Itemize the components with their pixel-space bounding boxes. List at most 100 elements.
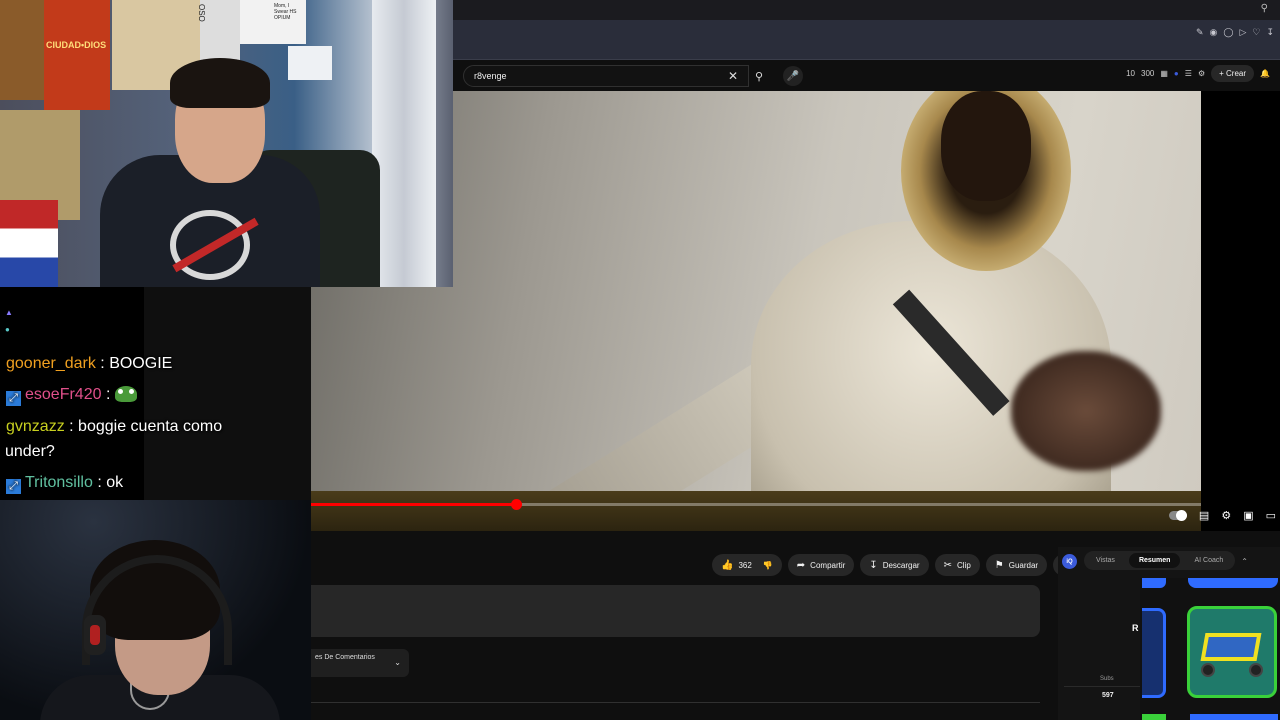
chat-username: Tritonsillo xyxy=(25,474,93,491)
create-label: Crear xyxy=(1226,69,1247,78)
poster xyxy=(0,0,44,100)
game-tile-edge xyxy=(1142,578,1166,588)
chat-text: BOOGIE xyxy=(109,355,173,372)
game-tile-edge xyxy=(1188,578,1278,588)
curtain xyxy=(372,0,436,287)
chat-username: gooner_dark xyxy=(6,355,96,372)
tab-resumen[interactable]: Resumen xyxy=(1128,553,1181,568)
video-subject-hand xyxy=(1011,351,1161,471)
microphone-icon[interactable]: 🎤 xyxy=(783,66,803,86)
chat-text: under? xyxy=(5,443,55,460)
progress-scrubber[interactable] xyxy=(510,499,522,510)
download-button[interactable]: ↧ Descargar xyxy=(860,554,929,576)
menu-icon[interactable]: ☰ xyxy=(1185,69,1192,78)
subs-value: 597 xyxy=(1102,692,1114,699)
clip-label: Clip xyxy=(956,560,971,570)
chat-text: ok xyxy=(106,474,124,491)
scissors-icon: ✂ xyxy=(943,559,952,571)
sub-badge-icon: ⤢ xyxy=(6,391,21,406)
chat-message: gvnzazz : boggie cuenta como xyxy=(6,418,223,435)
video-actions: 👍 362 👎 ➦ Compartir ↧ Descargar ✂ Clip ⚑… xyxy=(712,554,1076,576)
chat-message: gooner_dark : BOOGIE xyxy=(6,355,173,372)
play-icon[interactable]: ▷ xyxy=(1239,27,1246,38)
shield-icon[interactable]: ◯ xyxy=(1223,27,1233,38)
share-button[interactable]: ➦ Compartir xyxy=(787,554,855,576)
like-button[interactable]: 👍 362 👎 xyxy=(712,554,782,576)
search-input-value[interactable]: r8venge xyxy=(474,71,507,81)
bell-icon[interactable]: 🔔 xyxy=(1260,69,1270,78)
header-right-controls: 10 300 ▦ ● ☰ ⚙ + Crear 🔔 xyxy=(1126,65,1270,82)
share-icon: ➦ xyxy=(796,559,806,571)
game-tile-vehicle xyxy=(1187,606,1277,698)
poster: Mom, I Swear HS OPIUM xyxy=(240,0,306,44)
save-label: Guardar xyxy=(1008,560,1039,570)
vehicle-icon xyxy=(1199,625,1265,679)
download-icon: ↧ xyxy=(869,559,878,571)
flag-poster xyxy=(0,200,58,287)
streamer-hair xyxy=(170,58,270,108)
game-overlay xyxy=(1140,578,1280,720)
subtitles-icon[interactable]: ▤ xyxy=(1199,509,1209,522)
chat-message: ⤢ esoeFr420 : xyxy=(6,386,137,406)
game-tile-blue xyxy=(1142,608,1166,698)
game-tile-edge xyxy=(1190,714,1278,720)
miniplayer-icon[interactable]: ▣ xyxy=(1243,509,1253,522)
search-input[interactable]: r8venge ✕ xyxy=(463,65,749,87)
extension-dot-icon[interactable]: ● xyxy=(1174,69,1179,78)
comments-sort-dropdown[interactable]: es De Comentarios ⌄ xyxy=(311,649,409,677)
extension-logo-icon: iQ xyxy=(1062,554,1077,569)
close-icon[interactable]: ✕ xyxy=(728,69,738,83)
chevron-up-icon[interactable]: ⌃ xyxy=(1241,557,1248,566)
search-button[interactable]: ⚲ xyxy=(749,65,769,87)
video-floor xyxy=(311,491,1201,531)
autoplay-toggle[interactable] xyxy=(1168,510,1187,521)
player-controls: ▤ ⚙ ▣ ▭ xyxy=(1168,509,1276,522)
description-box[interactable] xyxy=(311,585,1040,637)
search-icon[interactable]: ⚲ xyxy=(1261,3,1268,14)
chat-text: boggie cuenta como xyxy=(78,418,223,435)
divider xyxy=(311,702,1040,703)
stat-two: 300 xyxy=(1141,69,1155,78)
camera-icon[interactable]: ◉ xyxy=(1210,27,1218,38)
chat-username: gvnzazz xyxy=(6,418,65,435)
like-count: 362 xyxy=(738,560,752,570)
divider xyxy=(1064,686,1148,687)
chat-overlay: gooner_dark : BOOGIE ⤢ esoeFr420 : gvnzaz… xyxy=(0,287,311,500)
frog-emote-icon xyxy=(114,386,137,402)
progress-bar[interactable] xyxy=(311,499,1201,510)
bookmark-icon: ⚑ xyxy=(994,559,1004,571)
clip-button[interactable]: ✂ Clip xyxy=(934,554,980,576)
grid-icon[interactable]: ▦ xyxy=(1160,69,1168,78)
webcam-guest xyxy=(0,500,311,720)
progress-fill xyxy=(311,503,516,506)
settings-icon[interactable]: ⚙ xyxy=(1221,509,1231,522)
create-button[interactable]: + Crear xyxy=(1211,65,1255,82)
chat-message: ⤢ Tritonsillo : ok xyxy=(6,474,123,494)
thumbs-down-icon[interactable]: 👎 xyxy=(763,561,773,570)
chat-message-continued: under? xyxy=(5,443,55,461)
tab-ai-coach[interactable]: AI Coach xyxy=(1184,553,1233,568)
sub-badge-icon: ⤢ xyxy=(6,479,21,494)
heart-icon[interactable]: ♡ xyxy=(1252,27,1260,38)
webcam-streamer: CIUDAD•DIOS OSO Mom, I Swear HS OPIUM xyxy=(0,0,453,287)
poster-text: OSO xyxy=(197,4,206,22)
stream-layout: ⚲ ✎ ◉ ◯ ▷ ♡ ↧ r8venge ✕ ⚲ 🎤 10 300 ▦ ● ☰… xyxy=(0,0,1280,720)
thumbs-up-icon: 👍 xyxy=(721,559,734,571)
chevron-down-icon: ⌄ xyxy=(394,658,401,667)
browser-title-bar: ⚲ xyxy=(453,0,1280,20)
download-label: Descargar xyxy=(882,560,920,570)
game-tile-edge xyxy=(1142,714,1166,720)
theater-icon[interactable]: ▭ xyxy=(1266,509,1276,522)
save-button[interactable]: ⚑ Guardar xyxy=(985,554,1048,576)
extension-tabs: Vistas Resumen AI Coach xyxy=(1084,551,1236,570)
tools-icon[interactable]: ⚙ xyxy=(1198,69,1205,78)
extension-icons: ✎ ◉ ◯ ▷ ♡ ↧ xyxy=(1196,27,1274,38)
shirt-logo xyxy=(170,210,250,280)
chat-username: esoeFr420 xyxy=(25,386,102,403)
comments-sort-label: es De Comentarios xyxy=(315,654,375,661)
headphone-earcup xyxy=(84,615,106,655)
edit-icon[interactable]: ✎ xyxy=(1196,27,1204,38)
download-icon[interactable]: ↧ xyxy=(1266,27,1274,38)
tab-vistas[interactable]: Vistas xyxy=(1086,553,1125,568)
poster-text: CIUDAD•DIOS xyxy=(46,40,107,50)
